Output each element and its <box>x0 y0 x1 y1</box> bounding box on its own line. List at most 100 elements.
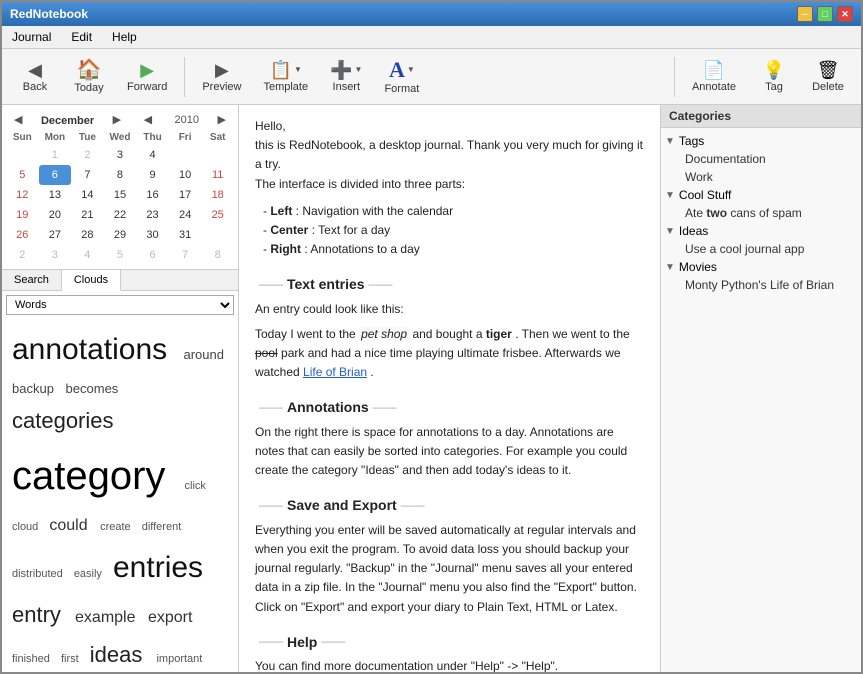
tab-clouds[interactable]: Clouds <box>62 270 121 291</box>
today-button[interactable]: 🏠 Today <box>64 53 114 101</box>
cal-day-3-4[interactable]: 15 <box>104 185 137 205</box>
cal-day-4-1[interactable]: 19 <box>6 205 39 225</box>
word-first[interactable]: first <box>61 653 86 665</box>
cal-day-1-5[interactable]: 4 <box>136 145 169 165</box>
template-button[interactable]: 📋 ▼ Template <box>254 53 317 101</box>
cal-day-6-7[interactable]: 8 <box>201 245 234 265</box>
cal-day-2-3[interactable]: 7 <box>71 165 104 185</box>
cal-day-5-6[interactable]: 31 <box>169 225 202 245</box>
cal-day-4-4[interactable]: 22 <box>104 205 137 225</box>
menu-edit[interactable]: Edit <box>65 28 98 46</box>
word-backup[interactable]: backup <box>12 381 62 396</box>
calendar-prev-year[interactable]: ◀ <box>140 111 156 128</box>
cal-day-3-7[interactable]: 18 <box>201 185 234 205</box>
cat-ideas-parent[interactable]: ▼ Ideas <box>661 222 861 240</box>
cal-day-6-1[interactable]: 2 <box>6 245 39 265</box>
cal-day-3-3[interactable]: 14 <box>71 185 104 205</box>
cal-day-5-1[interactable]: 26 <box>6 225 39 245</box>
cal-day-6-6[interactable]: 7 <box>169 245 202 265</box>
word-entry[interactable]: entry <box>12 602 71 627</box>
cal-day-3-1[interactable]: 12 <box>6 185 39 205</box>
word-becomes[interactable]: becomes <box>66 381 119 396</box>
cal-day-1-4[interactable]: 3 <box>104 145 137 165</box>
cal-day-5-2[interactable]: 27 <box>39 225 72 245</box>
tab-search[interactable]: Search <box>2 270 62 290</box>
annotations-body: On the right there is space for annotati… <box>255 423 644 481</box>
cal-day-4-6[interactable]: 24 <box>169 205 202 225</box>
word-ideas[interactable]: ideas <box>90 642 153 667</box>
today-icon: 🏠 <box>77 60 102 80</box>
cal-day-3-5[interactable]: 16 <box>136 185 169 205</box>
tag-button[interactable]: 💡 Tag <box>749 53 799 101</box>
cal-day-4-3[interactable]: 21 <box>71 205 104 225</box>
cal-day-5-4[interactable]: 29 <box>104 225 137 245</box>
cal-day-5-5[interactable]: 30 <box>136 225 169 245</box>
word-categories[interactable]: categories <box>12 408 114 433</box>
cat-tags-work[interactable]: Work <box>661 168 861 186</box>
cat-coolstuff-parent[interactable]: ▼ Cool Stuff <box>661 186 861 204</box>
format-button[interactable]: A ▼ Format <box>375 53 428 101</box>
menu-journal[interactable]: Journal <box>6 28 57 46</box>
cat-coolstuff-cans[interactable]: Ate two cans of spam <box>661 204 861 222</box>
forward-button[interactable]: ▶ Forward <box>118 53 176 101</box>
insert-button[interactable]: ➕ ▼ Insert <box>321 53 371 101</box>
cal-day-6-3[interactable]: 4 <box>71 245 104 265</box>
cal-day-6-2[interactable]: 3 <box>39 245 72 265</box>
cat-tags-parent[interactable]: ▼ Tags <box>661 132 861 150</box>
cal-day-3-2[interactable]: 13 <box>39 185 72 205</box>
cal-day-2-2[interactable]: 6 <box>39 165 72 185</box>
cat-tags-documentation[interactable]: Documentation <box>661 150 861 168</box>
cal-day-2-5[interactable]: 9 <box>136 165 169 185</box>
calendar-prev-month[interactable]: ◀ <box>10 111 26 128</box>
menu-help[interactable]: Help <box>106 28 143 46</box>
word-easily[interactable]: easily <box>74 568 109 580</box>
cal-day-2-4[interactable]: 8 <box>104 165 137 185</box>
maximize-button[interactable]: □ <box>817 6 833 22</box>
cal-day-1-2[interactable]: 1 <box>39 145 72 165</box>
cat-movies-lifeofbrian[interactable]: Monty Python's Life of Brian <box>661 276 861 294</box>
cal-day-2-7[interactable]: 11 <box>201 165 234 185</box>
center-panel[interactable]: Hello,this is RedNotebook, a desktop jou… <box>239 105 661 672</box>
word-important[interactable]: important <box>156 653 202 665</box>
example-lifeofbrian-link[interactable]: Life of Brian <box>303 365 367 379</box>
word-click[interactable]: click <box>185 480 206 492</box>
cal-day-4-2[interactable]: 20 <box>39 205 72 225</box>
word-cloud[interactable]: cloud <box>12 521 45 533</box>
word-different[interactable]: different <box>142 521 182 533</box>
word-export[interactable]: export <box>148 609 192 626</box>
word-create[interactable]: create <box>100 521 138 533</box>
cal-day-5-3[interactable]: 28 <box>71 225 104 245</box>
preview-button[interactable]: ▶ Preview <box>193 53 250 101</box>
words-dropdown[interactable]: Words Tags Categories <box>6 295 234 315</box>
word-example[interactable]: example <box>75 609 144 626</box>
word-annotations[interactable]: annotations <box>12 333 179 366</box>
minimize-button[interactable]: ─ <box>797 6 813 22</box>
calendar-next-year[interactable]: ▶ <box>214 111 230 128</box>
word-could[interactable]: could <box>49 517 96 534</box>
cal-day-2-1[interactable]: 5 <box>6 165 39 185</box>
cat-movies-parent[interactable]: ▼ Movies <box>661 258 861 276</box>
cal-day-4-7[interactable]: 25 <box>201 205 234 225</box>
calendar-next-month[interactable]: ▶ <box>109 111 125 128</box>
word-distributed[interactable]: distributed <box>12 568 70 580</box>
nav-left-key: Left <box>270 204 292 218</box>
word-finished[interactable]: finished <box>12 653 57 665</box>
cal-day-2-6[interactable]: 10 <box>169 165 202 185</box>
example-pool: pool <box>255 346 278 360</box>
close-button[interactable]: ✕ <box>837 6 853 22</box>
cal-day-3-6[interactable]: 17 <box>169 185 202 205</box>
back-label: Back <box>23 81 47 93</box>
annotate-button[interactable]: 📄 Annotate <box>683 53 745 101</box>
calendar-year[interactable]: 2010 <box>175 114 199 126</box>
cal-day-6-5[interactable]: 6 <box>136 245 169 265</box>
cal-day-1-3[interactable]: 2 <box>71 145 104 165</box>
back-button[interactable]: ◀ Back <box>10 53 60 101</box>
word-category[interactable]: category <box>12 454 181 498</box>
cal-day-4-5[interactable]: 23 <box>136 205 169 225</box>
cal-day-6-4[interactable]: 5 <box>104 245 137 265</box>
word-around[interactable]: around <box>183 347 223 362</box>
delete-button[interactable]: 🗑 Delete <box>803 53 853 101</box>
word-entries[interactable]: entries <box>113 551 203 584</box>
cat-ideas-journal[interactable]: Use a cool journal app <box>661 240 861 258</box>
section-title-help: Help <box>255 631 644 653</box>
